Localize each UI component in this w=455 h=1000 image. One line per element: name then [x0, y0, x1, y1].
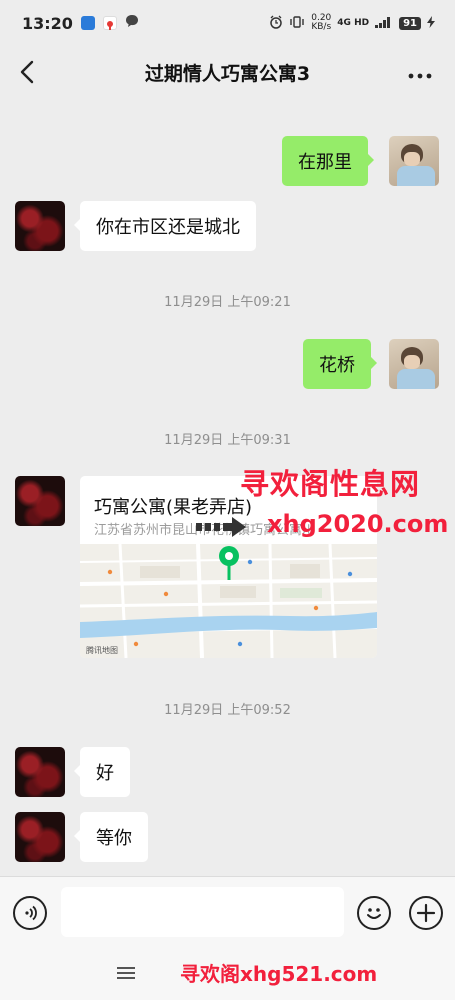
avatar-contact[interactable] — [15, 812, 65, 862]
emoji-button[interactable] — [357, 896, 391, 930]
chevron-left-icon — [20, 60, 34, 84]
avatar-contact[interactable] — [15, 201, 65, 251]
bottom-watermark: 寻欢阁xhg521.com — [180, 962, 378, 986]
watermark-title: 寻欢阁性息网 — [240, 467, 421, 501]
message-bubble-self[interactable]: 在那里 — [282, 136, 374, 186]
vibrate-icon — [289, 15, 305, 32]
avatar-contact[interactable] — [15, 476, 65, 526]
avatar-shirt — [397, 166, 435, 186]
watermark-url: xhg2020.com — [267, 510, 449, 538]
charging-icon — [427, 15, 435, 31]
status-right: 0.20 KB/s 4G HD 91 — [269, 14, 435, 32]
map-credit: 腾讯地图 — [86, 646, 118, 655]
message-bubble-contact[interactable]: 好 — [74, 747, 130, 797]
map-graphic — [80, 544, 377, 658]
network-label: 4G HD — [337, 18, 370, 28]
message-input[interactable] — [61, 887, 344, 937]
alarm-icon — [269, 15, 283, 32]
add-button[interactable] — [409, 896, 443, 930]
message-text: 在那里 — [298, 152, 352, 173]
signal-icon — [375, 16, 393, 31]
net-speed: 0.20 KB/s — [311, 14, 331, 32]
message-text: 好 — [96, 763, 114, 784]
voice-icon — [25, 905, 37, 921]
status-time: 13:20 — [22, 13, 73, 33]
back-button[interactable] — [16, 58, 40, 86]
plus-icon — [416, 903, 436, 923]
more-button[interactable] — [407, 66, 433, 79]
nav-bar: 过期情人巧寓公寓3 — [0, 46, 455, 98]
menu-icon[interactable] — [117, 966, 135, 980]
maps-notification-icon — [102, 16, 117, 30]
avatar-face — [404, 152, 420, 166]
battery-level: 91 — [399, 16, 421, 30]
avatar-shirt — [397, 369, 435, 389]
net-speed-unit: KB/s — [311, 22, 332, 32]
message-text: 你在市区还是城北 — [96, 217, 240, 238]
emoji-icon — [367, 908, 381, 919]
message-text: 等你 — [96, 828, 132, 849]
location-card[interactable]: 巧寓公寓(果老弄店) 江苏省苏州市昆山市花桥镇巧寓公寓川 腾讯地图 — [80, 476, 377, 658]
avatar-face — [404, 355, 420, 369]
message-bubble-self[interactable]: 花桥 — [303, 339, 377, 389]
chat-title: 过期情人巧寓公寓3 — [144, 62, 311, 85]
avatar-contact[interactable] — [15, 747, 65, 797]
message-timestamp: 11月29日 上午09:21 — [164, 295, 291, 310]
message-timestamp: 11月29日 上午09:52 — [164, 703, 291, 718]
arrow-right-icon — [196, 517, 246, 537]
message-text: 花桥 — [319, 355, 355, 376]
avatar-self[interactable] — [389, 339, 439, 389]
message-bubble-contact[interactable]: 你在市区还是城北 — [74, 201, 256, 251]
status-bar: 13:20 0.20 KB/s 4G HD 91 — [0, 0, 455, 46]
voice-button[interactable] — [13, 896, 47, 930]
more-dots-icon — [408, 73, 432, 79]
avatar-self[interactable] — [389, 136, 439, 186]
message-bubble-contact[interactable]: 等你 — [74, 812, 148, 862]
map-preview[interactable]: 腾讯地图 — [80, 544, 377, 658]
message-timestamp: 11月29日 上午09:31 — [164, 433, 291, 448]
chat-notification-icon — [125, 14, 139, 32]
app-notification-icon — [80, 16, 95, 30]
status-left: 13:20 — [22, 14, 139, 33]
